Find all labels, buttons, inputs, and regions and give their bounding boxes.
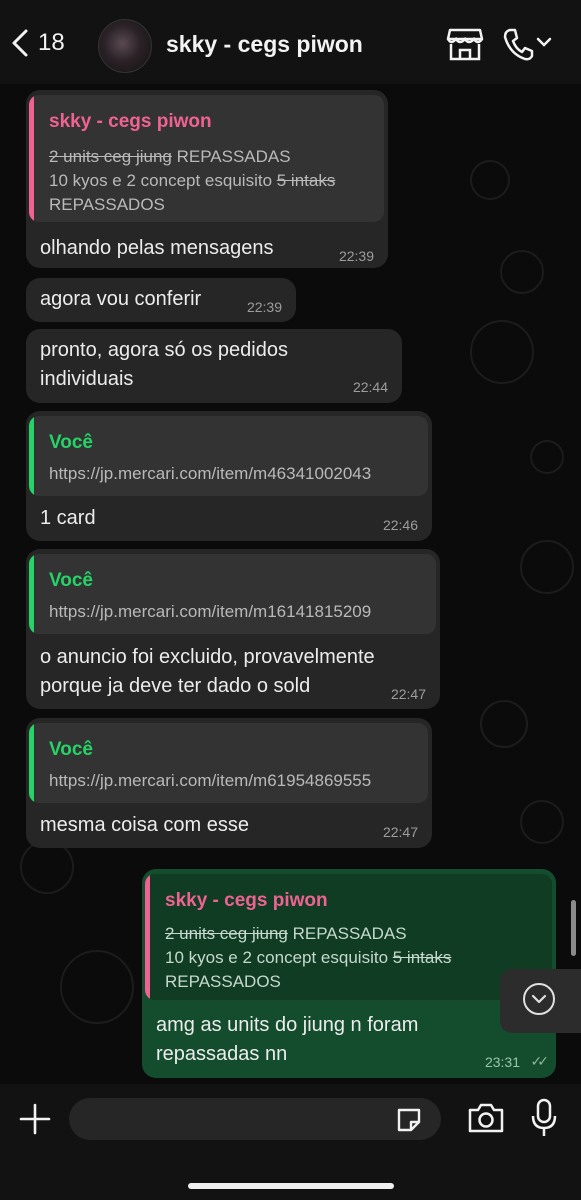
message-bubble[interactable]: pronto, agora só os pedidos individuais … [26, 329, 402, 403]
message-text: repassadas nn [156, 1043, 288, 1065]
chat-header: 18 skky - cegs piwon [0, 0, 581, 84]
quoted-message[interactable]: Você https://jp.mercari.com/item/m161418… [29, 554, 436, 634]
quote-line: 10 kyos e 2 concept esquisito 5 intaks [49, 171, 336, 190]
quote-author: Você [49, 570, 94, 591]
quote-line: https://jp.mercari.com/item/m46341002043 [49, 464, 372, 483]
quoted-message[interactable]: Você https://jp.mercari.com/item/m463410… [29, 416, 428, 496]
avatar[interactable] [98, 19, 152, 73]
quote-line: https://jp.mercari.com/item/m61954869555 [49, 771, 372, 790]
quote-author: Você [49, 739, 94, 760]
quote-line: 10 kyos e 2 concept esquisito 5 intaks [165, 948, 452, 967]
quote-author: skky - cegs piwon [165, 890, 328, 911]
contact-name[interactable]: skky - cegs piwon [166, 31, 363, 58]
quoted-message[interactable]: skky - cegs piwon 2 units ceg jiung REPA… [29, 95, 384, 222]
chevron-left-icon [12, 29, 28, 57]
message-text: 1 card [40, 507, 96, 529]
message-bubble[interactable]: Você https://jp.mercari.com/item/m161418… [26, 549, 440, 709]
message-bubble[interactable]: Você https://jp.mercari.com/item/m463410… [26, 411, 432, 541]
message-bubble[interactable]: Você https://jp.mercari.com/item/m619548… [26, 718, 432, 848]
scroll-to-bottom-button[interactable] [500, 969, 581, 1033]
microphone-icon[interactable] [530, 1098, 558, 1138]
message-text: o anuncio foi excluido, provavelmente [40, 646, 375, 668]
message-time: 22:47 [382, 824, 418, 840]
quote-author: skky - cegs piwon [49, 111, 212, 132]
message-text: mesma coisa com esse [40, 814, 249, 836]
quoted-message[interactable]: skky - cegs piwon 2 units ceg jiung REPA… [145, 874, 552, 1000]
phone-icon[interactable] [502, 26, 534, 62]
message-text: individuais [40, 368, 134, 390]
message-text: porque ja deve ter dado o sold [40, 675, 311, 697]
composer-bar [0, 1084, 581, 1200]
message-time: 23:31 [484, 1054, 520, 1070]
message-text: amg as units do jiung n foram [156, 1014, 419, 1036]
quoted-message[interactable]: Você https://jp.mercari.com/item/m619548… [29, 723, 428, 803]
message-text: pronto, agora só os pedidos [40, 339, 288, 361]
store-icon[interactable] [446, 26, 484, 62]
quote-line: https://jp.mercari.com/item/m16141815209 [49, 602, 372, 621]
message-text: agora vou conferir [40, 288, 202, 310]
quote-line: 2 units ceg jiung REPASSADAS [165, 924, 407, 943]
chevron-down-circle-icon [523, 983, 555, 1015]
message-time: 22:39 [338, 248, 374, 264]
plus-icon[interactable] [18, 1102, 52, 1136]
chevron-down-icon[interactable] [536, 36, 552, 48]
scrollbar[interactable] [571, 900, 576, 956]
sticker-icon[interactable] [395, 1106, 423, 1134]
message-bubble[interactable]: skky - cegs piwon 2 units ceg jiung REPA… [26, 90, 388, 268]
message-time: 22:39 [246, 299, 282, 315]
camera-icon[interactable] [466, 1101, 506, 1135]
message-bubble[interactable]: agora vou conferir 22:39 [26, 278, 296, 322]
message-bubble-outgoing[interactable]: skky - cegs piwon 2 units ceg jiung REPA… [142, 869, 556, 1078]
quote-author: Você [49, 432, 94, 453]
message-time: 22:44 [352, 379, 388, 395]
message-time: 22:46 [382, 517, 418, 533]
quote-line: 2 units ceg jiung REPASSADAS [49, 147, 291, 166]
home-indicator[interactable] [188, 1183, 394, 1189]
message-input[interactable] [69, 1098, 441, 1140]
message-time: 22:47 [390, 686, 426, 702]
quote-line: REPASSADOS [165, 972, 281, 991]
unread-count: 18 [38, 29, 65, 56]
read-receipt-icon: ✓✓ [530, 1053, 550, 1069]
back-button[interactable]: 18 [10, 28, 65, 58]
message-text: olhando pelas mensagens [40, 237, 274, 259]
quote-line: REPASSADOS [49, 195, 165, 214]
